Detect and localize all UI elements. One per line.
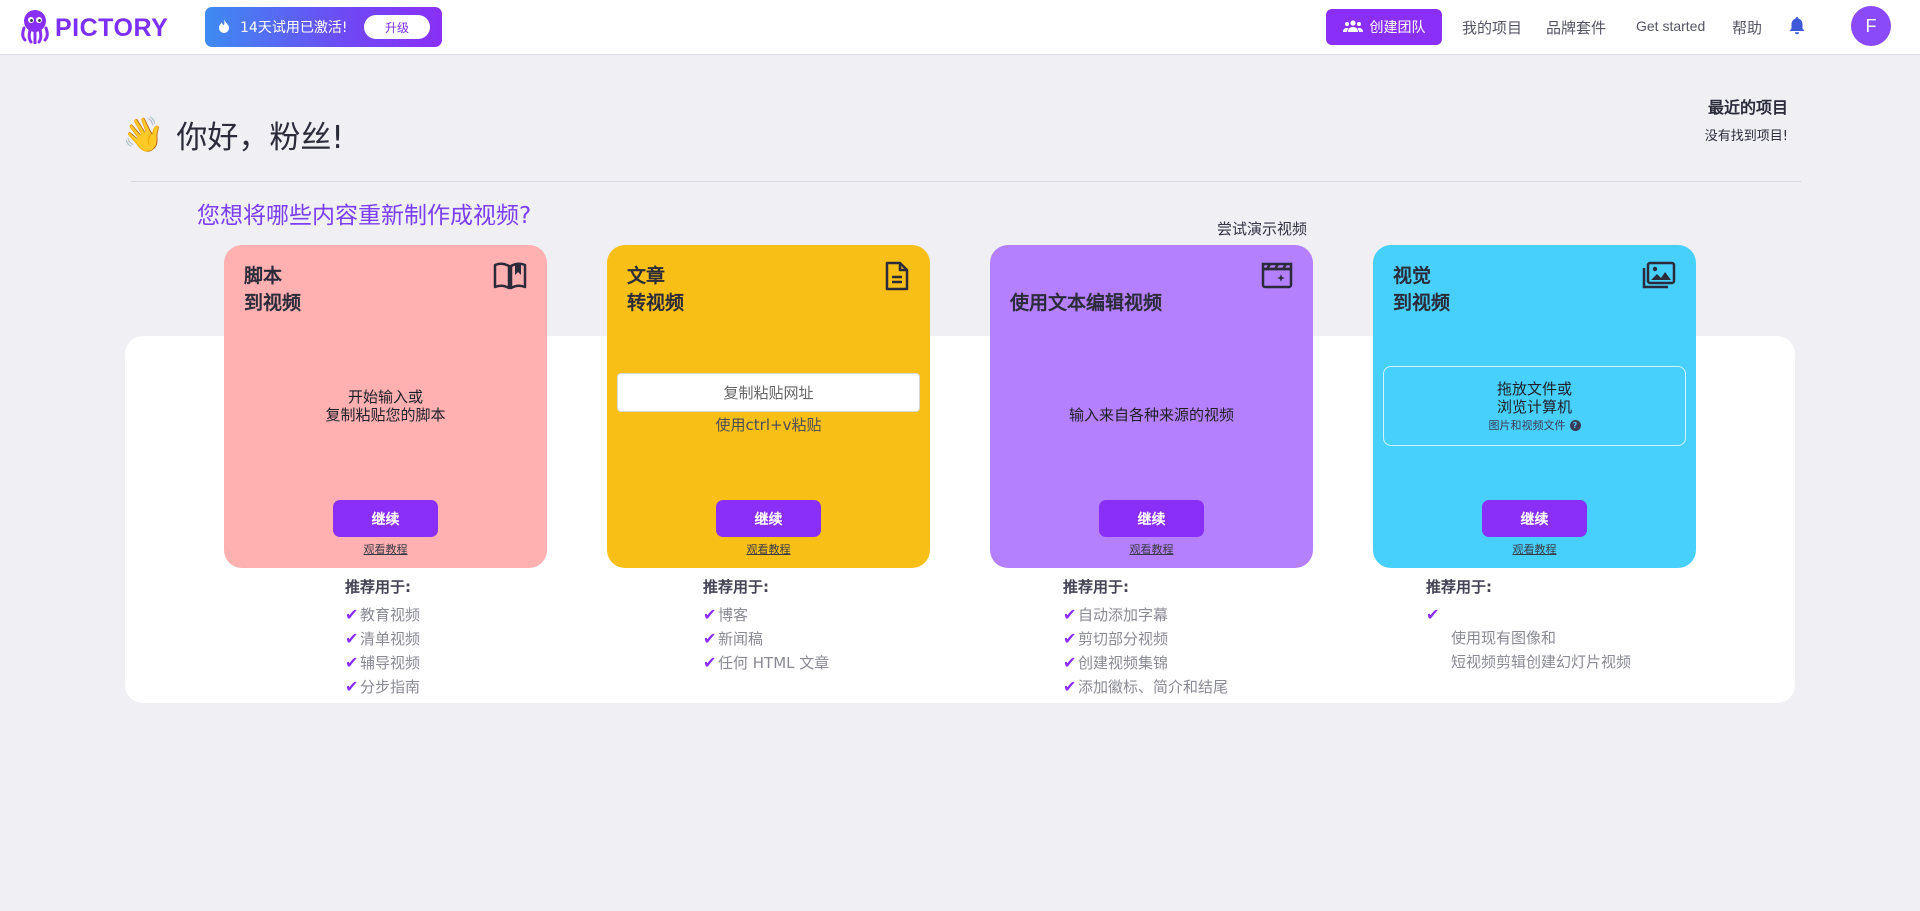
card-title: 脚本 到视频 xyxy=(244,265,302,314)
card-description: 输入来自各种来源的视频 xyxy=(1068,406,1234,424)
list-item: ✔ 教育视频 xyxy=(345,602,420,626)
list-item: ✔ 新闻稿 xyxy=(703,626,829,650)
create-team-label: 创建团队 xyxy=(1369,19,1426,35)
watch-tutorial-link[interactable]: 观看教程 xyxy=(990,541,1313,557)
card-title: 视觉 到视频 xyxy=(1393,265,1451,314)
list-item: ✔ 分步指南 xyxy=(345,674,420,698)
top-bar: PICTORY 14天试用已激活! 升级 创建团队 我的项目 品牌套件 Get … xyxy=(0,0,1920,55)
divider xyxy=(131,181,1801,182)
url-input[interactable] xyxy=(617,373,920,412)
list-item: ✔ 清单视频 xyxy=(345,626,420,650)
file-drop-zone[interactable]: 拖放文件或 浏览计算机 图片和视频文件 ? xyxy=(1383,366,1686,446)
bell-icon[interactable] xyxy=(1789,17,1805,39)
images-icon xyxy=(1640,261,1676,295)
nav-my-projects[interactable]: 我的项目 xyxy=(1462,17,1522,38)
continue-button[interactable]: 继续 xyxy=(333,500,438,537)
trial-banner: 14天试用已激活! 升级 xyxy=(205,7,442,47)
check-icon: ✔ xyxy=(703,652,717,672)
document-icon xyxy=(884,261,910,295)
recommendations-title: 推荐用于: xyxy=(703,578,769,596)
recent-projects-empty: 没有找到项目! xyxy=(1704,129,1788,144)
list-item: ✔ 博客 xyxy=(703,602,829,626)
continue-button[interactable]: 继续 xyxy=(1099,500,1204,537)
card-description: 开始输入或 复制粘贴您的脚本 xyxy=(325,388,446,424)
list-item-text: 分步指南 xyxy=(360,677,421,696)
nav-brand-kits[interactable]: 品牌套件 xyxy=(1546,17,1606,38)
check-icon: ✔ xyxy=(345,604,359,624)
recommendation-description: 使用现有图像和 短视频剪辑创建幻灯片视频 xyxy=(1451,629,1632,671)
list-item: ✔ 辅导视频 xyxy=(345,650,420,674)
user-avatar[interactable]: F xyxy=(1851,6,1891,46)
upgrade-button[interactable]: 升级 xyxy=(364,15,430,39)
list-item-text: 博客 xyxy=(718,605,749,624)
recommendations-edit-video: 推荐用于: ✔ 自动添加字幕 ✔ 剪切部分视频 ✔ 创建视频集锦 ✔ 添加徽标、简介和结… xyxy=(1063,576,1228,698)
check-icon: ✔ xyxy=(345,676,359,696)
list-item: ✔ 创建视频集锦 xyxy=(1063,650,1228,674)
list-item-text: 剪切部分视频 xyxy=(1078,629,1169,648)
book-open-icon xyxy=(493,261,527,295)
list-item-text: 任何 HTML 文章 xyxy=(718,653,830,672)
list-item: ✔ 添加徽标、简介和结尾 xyxy=(1063,674,1228,698)
paste-hint: 使用ctrl+v粘贴 xyxy=(715,416,822,434)
create-team-button[interactable]: 创建团队 xyxy=(1326,9,1442,45)
list-item-text: 自动添加字幕 xyxy=(1078,605,1169,624)
trial-text: 14天试用已激活! xyxy=(240,20,348,36)
list-item: ✔ 自动添加字幕 xyxy=(1063,602,1228,626)
card-script-to-video[interactable]: 脚本 到视频 开始输入或 复制粘贴您的脚本 继续 观看教程 xyxy=(224,245,547,568)
waving-hand-icon: 👋 xyxy=(122,114,165,155)
try-demo-video-link[interactable]: 尝试演示视频 xyxy=(1217,218,1307,239)
list-item: ✔ xyxy=(1426,602,1631,626)
card-visuals-to-video[interactable]: 视觉 到视频 拖放文件或 浏览计算机 图片和视频文件 ? 继续 观看教程 xyxy=(1373,245,1696,568)
list-item: ✔ 剪切部分视频 xyxy=(1063,626,1228,650)
recommendations-script: 推荐用于: ✔ 教育视频 ✔ 清单视频 ✔ 辅导视频 ✔ 分步指南 xyxy=(345,576,420,698)
check-icon: ✔ xyxy=(1063,676,1077,696)
file-types-text: 图片和视频文件 xyxy=(1488,419,1566,432)
check-icon: ✔ xyxy=(703,628,717,648)
greeting: 👋 你好，粉丝! xyxy=(122,112,344,157)
recommendations-visuals: 推荐用于: ✔ 使用现有图像和 短视频剪辑创建幻灯片视频 xyxy=(1426,576,1631,674)
greeting-text: 你好，粉丝! xyxy=(176,120,344,156)
question-mark-icon[interactable]: ? xyxy=(1569,419,1581,431)
recent-projects-title: 最近的项目 xyxy=(1707,98,1788,117)
recommendations-title: 推荐用于: xyxy=(345,578,411,596)
check-icon: ✔ xyxy=(345,628,359,648)
list-item-text: 添加徽标、简介和结尾 xyxy=(1078,677,1229,696)
nav-get-started[interactable]: Get started xyxy=(1636,18,1705,34)
watch-tutorial-link[interactable]: 观看教程 xyxy=(1373,541,1696,557)
team-icon xyxy=(1342,19,1363,35)
recommendations-title: 推荐用于: xyxy=(1426,578,1492,596)
list-item: ✔ 任何 HTML 文章 xyxy=(703,650,829,674)
watch-tutorial-link[interactable]: 观看教程 xyxy=(607,541,930,557)
recommendations-title: 推荐用于: xyxy=(1063,578,1129,596)
pictory-logo[interactable]: PICTORY xyxy=(19,8,168,48)
card-edit-video-with-text[interactable]: 使用文本编辑视频 输入来自各种来源的视频 继续 观看教程 xyxy=(990,245,1313,568)
clapperboard-icon xyxy=(1261,261,1293,293)
list-item-text: 辅导视频 xyxy=(360,653,421,672)
logo-text: PICTORY xyxy=(55,13,169,42)
check-icon: ✔ xyxy=(1426,604,1440,624)
continue-button[interactable]: 继续 xyxy=(716,500,821,537)
card-title: 使用文本编辑视频 xyxy=(1010,292,1163,314)
octopus-logo-icon xyxy=(19,8,51,48)
recommendations-article: 推荐用于: ✔ 博客 ✔ 新闻稿 ✔ 任何 HTML 文章 xyxy=(703,576,829,674)
nav-help[interactable]: 帮助 xyxy=(1732,17,1762,38)
check-icon: ✔ xyxy=(1063,604,1077,624)
check-icon: ✔ xyxy=(345,652,359,672)
continue-button[interactable]: 继续 xyxy=(1482,500,1587,537)
repurpose-question: 您想将哪些内容重新制作成视频? xyxy=(197,203,532,229)
check-icon: ✔ xyxy=(703,604,717,624)
check-icon: ✔ xyxy=(1063,628,1077,648)
list-item-text: 创建视频集锦 xyxy=(1078,653,1169,672)
card-title: 文章 转视频 xyxy=(627,265,685,314)
watch-tutorial-link[interactable]: 观看教程 xyxy=(224,541,547,557)
drop-zone-hint: 图片和视频文件 ? xyxy=(1384,417,1685,433)
check-icon: ✔ xyxy=(1063,652,1077,672)
list-item-text: 教育视频 xyxy=(360,605,421,624)
drop-zone-label: 拖放文件或 浏览计算机 xyxy=(1496,380,1572,416)
flame-icon xyxy=(218,18,230,37)
list-item-text: 清单视频 xyxy=(360,629,421,648)
card-article-to-video[interactable]: 文章 转视频 使用ctrl+v粘贴 继续 观看教程 xyxy=(607,245,930,568)
list-item-text: 新闻稿 xyxy=(718,629,764,648)
